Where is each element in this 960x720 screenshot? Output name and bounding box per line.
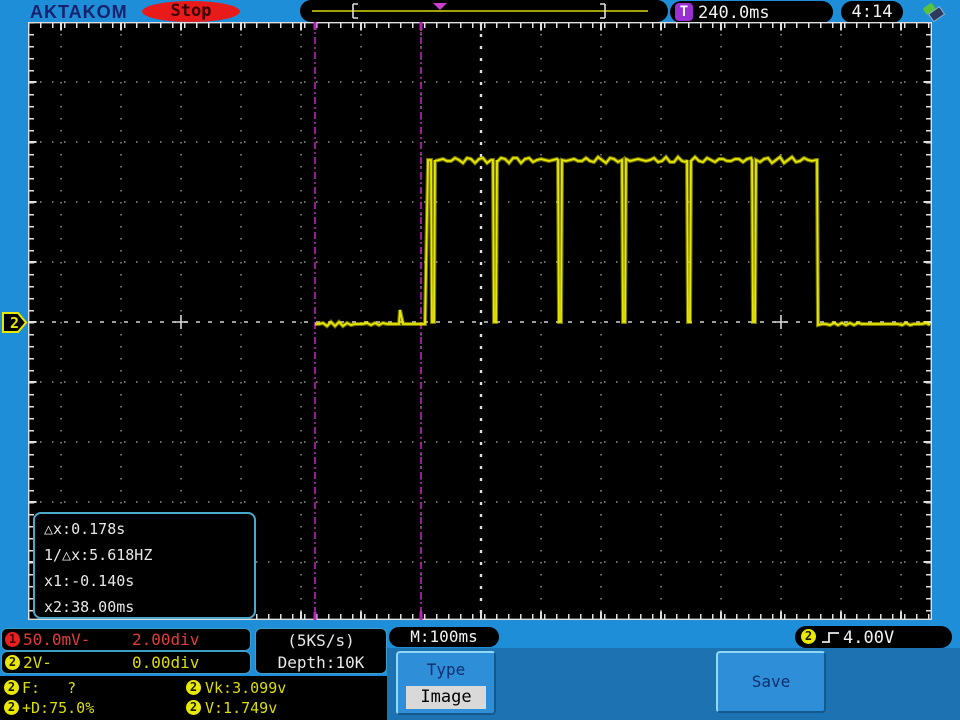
- record-position-bar: [300, 0, 668, 22]
- memory-depth: Depth:10K: [277, 653, 365, 672]
- meas-freq: F: ?: [22, 679, 77, 697]
- meas-duty: +D:75.0%: [22, 699, 95, 717]
- measurements-panel: 2 F: ? 2 Vk:3.099v 2 +D:75.0% 2 V:1.749v: [0, 676, 387, 720]
- ch1-settings-box[interactable]: 1 50.0mV- 2.00div: [1, 628, 251, 651]
- trigger-source-badge: 2: [801, 629, 816, 644]
- trigger-time-icon: T: [675, 3, 693, 21]
- type-value[interactable]: Image: [406, 686, 486, 709]
- cursor-x2: x2:38.00ms: [44, 598, 135, 616]
- save-button[interactable]: Save: [716, 651, 826, 713]
- acquisition-box: (5KS/s) Depth:10K: [255, 628, 387, 674]
- ch1-position: 2.00div: [132, 630, 200, 649]
- ch2-settings-box[interactable]: 2 2V- 0.00div: [1, 651, 251, 674]
- trigger-time-pill: T 240.0ms: [670, 1, 833, 23]
- timebase-pill: M:100ms: [389, 627, 499, 647]
- trigger-position-marker-icon[interactable]: [433, 3, 447, 10]
- trigger-level-pill: 2 4.00V: [795, 626, 952, 648]
- cursor-delta-x: △x:0.178s: [44, 520, 126, 538]
- meas-vavg: V:1.749v: [205, 699, 278, 717]
- run-stop-indicator[interactable]: Stop: [142, 1, 240, 22]
- ch1-scale: 50.0mV-: [23, 630, 91, 649]
- meas-vk-badge: 2: [186, 680, 201, 695]
- record-position-graphic: [312, 3, 648, 19]
- sample-rate: (5KS/s): [287, 631, 355, 650]
- meas-vavg-badge: 2: [186, 700, 201, 715]
- cursor-inverse-delta-x: 1/△x:5.618HZ: [44, 546, 153, 564]
- rising-edge-icon: [822, 632, 839, 643]
- ch2-position: 0.00div: [132, 653, 200, 672]
- clock: 4:14: [841, 1, 903, 23]
- ch2-badge: 2: [5, 655, 20, 670]
- meas-duty-badge: 2: [4, 700, 19, 715]
- ch1-badge: 1: [5, 632, 20, 647]
- trigger-level-value: 4.00V: [843, 628, 895, 648]
- cursor-readout-panel: △x:0.178s 1/△x:5.618HZ x1:-0.140s x2:38.…: [33, 512, 256, 619]
- type-label: Type: [426, 660, 466, 679]
- oscilloscope-screen: AKTAKOM Stop T 240.0ms 4:14 2 △x:0.178s …: [0, 0, 960, 720]
- ch2-position-marker[interactable]: 2: [2, 312, 28, 333]
- trigger-time-value: 240.0ms: [698, 3, 770, 23]
- type-button[interactable]: Type Image: [396, 651, 496, 715]
- meas-freq-badge: 2: [4, 680, 19, 695]
- brand-logo: AKTAKOM: [30, 2, 128, 22]
- cursor-x1: x1:-0.140s: [44, 572, 135, 590]
- usb-storage-icon: [923, 3, 946, 22]
- svg-text:2: 2: [10, 314, 19, 332]
- meas-vk: Vk:3.099v: [205, 679, 287, 697]
- ch2-scale: 2V-: [23, 653, 52, 672]
